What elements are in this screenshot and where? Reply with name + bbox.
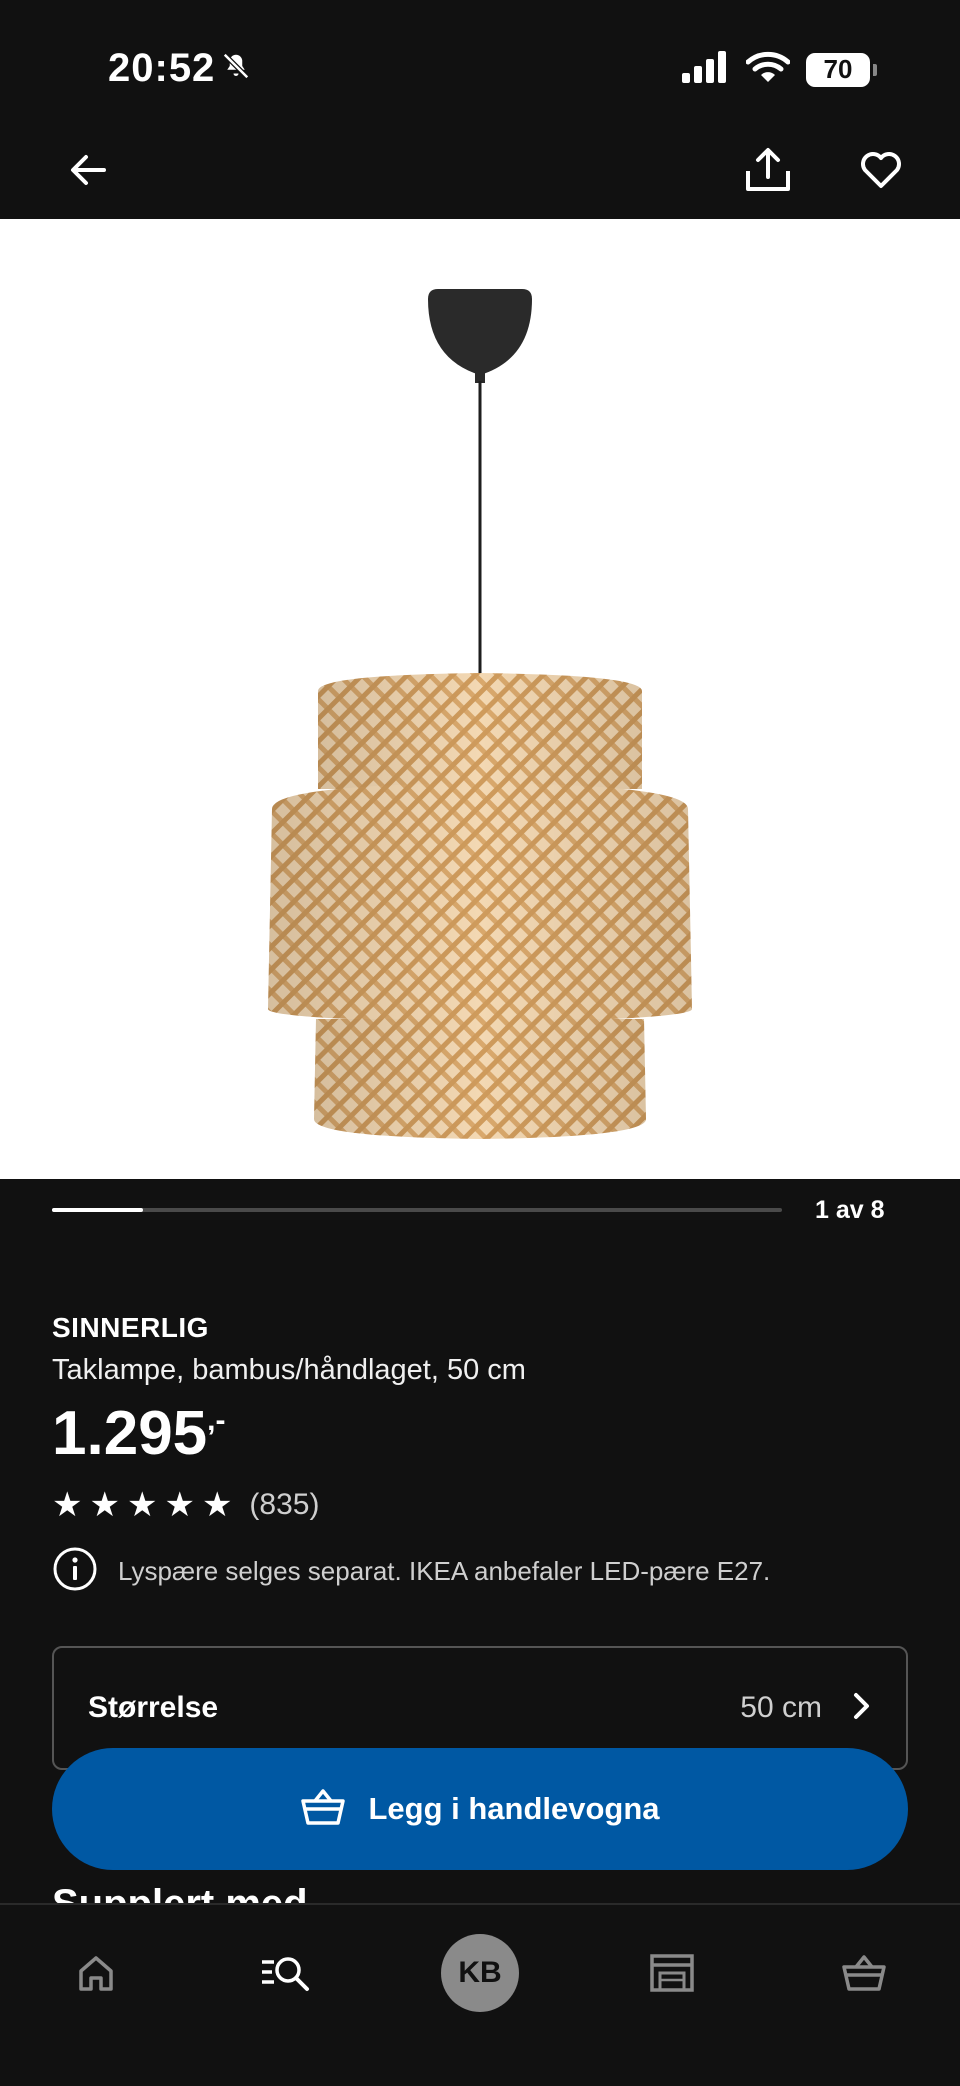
clock-text: 20:52 xyxy=(108,46,216,90)
product-image[interactable] xyxy=(0,219,960,1179)
gallery-progress-fill xyxy=(52,1208,144,1212)
gallery-counter: 1 av 8 xyxy=(815,1196,885,1224)
tab-profile[interactable]: KB xyxy=(440,1933,520,2013)
size-selector-label: Størrelse xyxy=(88,1691,219,1724)
avatar: KB xyxy=(441,1934,519,2012)
basket-icon xyxy=(300,1787,346,1832)
product-price: 1.295 ,- xyxy=(52,1398,225,1469)
store-icon xyxy=(650,1954,694,1992)
pendant-lamp-illustration xyxy=(268,289,692,1139)
signal-icon xyxy=(682,51,730,88)
product-name: SINNERLIG xyxy=(52,1312,209,1343)
gallery-progress-bar xyxy=(52,1208,782,1212)
star-icon: ★ xyxy=(126,1486,158,1524)
share-button[interactable] xyxy=(738,140,798,200)
price-suffix: ,- xyxy=(207,1404,226,1437)
tab-home[interactable] xyxy=(56,1933,136,2013)
product-description: Taklampe, bambus/håndlaget, 50 cm xyxy=(52,1354,526,1386)
price-value: 1.295 xyxy=(52,1399,208,1468)
info-note-text: Lyspære selges separat. IKEA anbefaler L… xyxy=(118,1556,771,1586)
battery-indicator: 70 xyxy=(806,52,877,87)
bell-muted-icon xyxy=(221,46,251,91)
add-to-cart-button[interactable]: Legg i handlevogna xyxy=(52,1748,908,1870)
size-selector-value: 50 cm xyxy=(740,1691,822,1724)
add-to-cart-label: Legg i handlevogna xyxy=(368,1791,660,1826)
status-icons: 70 xyxy=(682,50,877,89)
tab-stores[interactable] xyxy=(632,1933,712,2013)
rating-count: (835) xyxy=(249,1488,320,1521)
star-icon: ★ xyxy=(89,1486,120,1524)
top-nav xyxy=(0,120,960,220)
info-note: Lyspære selges separat. IKEA anbefaler L… xyxy=(52,1546,770,1597)
product-rating[interactable]: ★ ★ ★ ★ ★ (835) xyxy=(52,1488,319,1522)
basket-icon xyxy=(842,1955,886,1991)
chevron-right-icon xyxy=(852,1691,872,1726)
back-button[interactable] xyxy=(58,140,118,200)
status-bar: 20:52 70 xyxy=(0,0,960,120)
star-icon: ★ xyxy=(52,1486,83,1524)
section-heading: Supplert med xyxy=(52,1882,308,1904)
bottom-nav: KB xyxy=(0,1903,960,2086)
home-icon xyxy=(79,1956,113,1991)
favorite-button[interactable] xyxy=(851,140,911,200)
info-icon xyxy=(52,1546,98,1597)
heart-icon xyxy=(861,152,901,188)
search-icon xyxy=(262,1957,309,1991)
tab-basket[interactable] xyxy=(824,1933,904,2013)
star-icon: ★ xyxy=(164,1486,195,1524)
share-icon xyxy=(746,148,790,191)
star-icon: ★ xyxy=(201,1486,233,1524)
arrow-left-icon xyxy=(71,155,106,185)
status-time: 20:52 xyxy=(108,46,251,91)
tab-search[interactable] xyxy=(246,1933,326,2013)
wifi-icon xyxy=(745,50,791,89)
